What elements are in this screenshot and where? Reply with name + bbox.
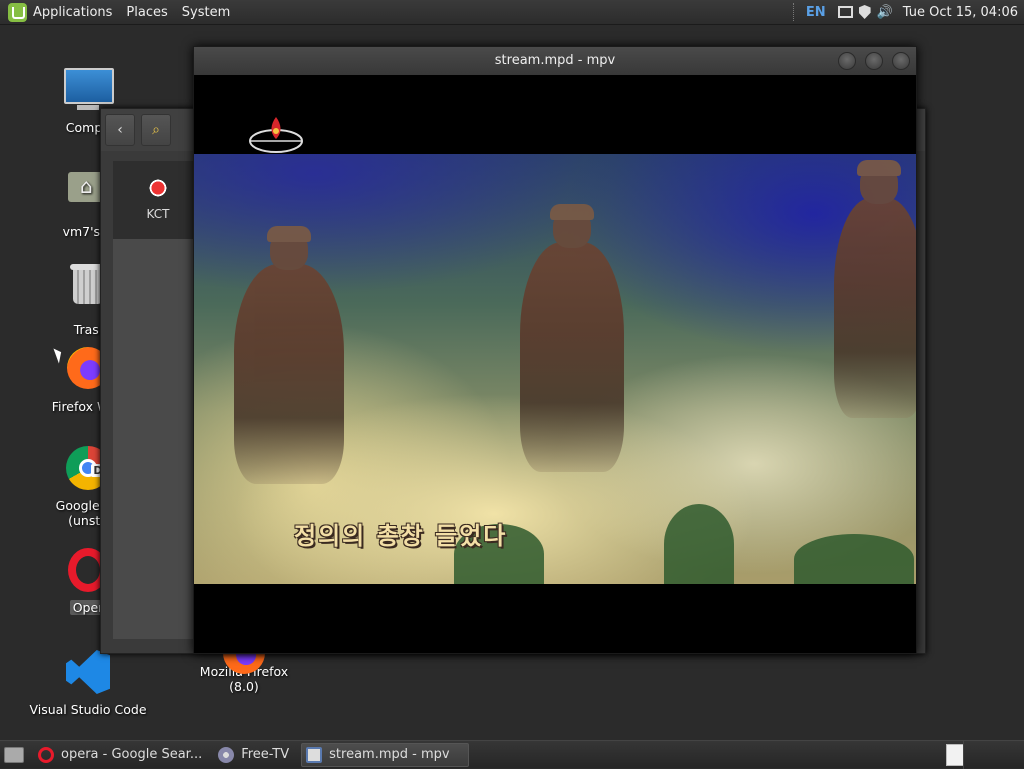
taskbar-item-freetv[interactable]: Free-TV xyxy=(214,743,297,767)
taskbar-item-opera[interactable]: opera - Google Sear... xyxy=(34,743,210,767)
minimize-button[interactable] xyxy=(838,52,856,70)
video-bush xyxy=(794,534,914,584)
search-button[interactable]: ⌕ xyxy=(141,114,171,146)
window-controls xyxy=(829,52,910,70)
video-area[interactable]: 정의의 총창 들었다 xyxy=(194,75,916,653)
mpv-icon xyxy=(306,746,323,763)
top-panel: Applications Places System EN 🔊 Tue Oct … xyxy=(0,0,1024,25)
channel-item[interactable]: KCT xyxy=(113,161,203,239)
workspace-switcher-empty[interactable] xyxy=(963,741,1024,769)
window-titlebar[interactable]: stream.mpd - mpv xyxy=(194,47,916,75)
volume-icon[interactable]: 🔊 xyxy=(877,5,893,20)
vscode-icon xyxy=(64,650,112,698)
video-figure-left xyxy=(234,226,344,484)
video-subtitle: 정의의 총창 들었다 xyxy=(294,522,508,550)
clock[interactable]: Tue Oct 15, 04:06 xyxy=(903,5,1018,20)
opera-icon xyxy=(38,746,54,763)
maximize-button[interactable] xyxy=(865,52,883,70)
bottom-taskbar: opera - Google Sear... Free-TV stream.mp… xyxy=(0,740,1024,769)
desktop-icon-firefox-old[interactable]: Mozilla Firefox (8.0) xyxy=(184,632,304,694)
mpv-window[interactable]: stream.mpd - mpv 정의의 총창 들었다 xyxy=(193,46,917,654)
taskbar-item-label: stream.mpd - mpv xyxy=(329,747,450,762)
desktop-icon-label: Trasl xyxy=(73,322,103,337)
keyboard-layout-indicator[interactable]: EN xyxy=(806,5,826,20)
taskbar-item-label: Free-TV xyxy=(241,747,290,762)
menu-applications[interactable]: Applications xyxy=(33,5,112,20)
taskbar-item-mpv[interactable]: stream.mpd - mpv xyxy=(301,742,470,767)
workspace-switcher[interactable] xyxy=(946,743,964,766)
menu-places[interactable]: Places xyxy=(126,5,167,20)
video-figure-right xyxy=(834,160,916,418)
show-desktop-icon[interactable] xyxy=(4,746,24,763)
shield-icon[interactable] xyxy=(858,5,871,19)
back-button[interactable]: ‹ xyxy=(105,114,135,146)
channel-item-label: KCT xyxy=(146,207,170,221)
desktop-icon-label: Visual Studio Code xyxy=(29,702,147,717)
video-frame: 정의의 총창 들었다 xyxy=(194,154,916,584)
tray-separator xyxy=(792,3,796,21)
video-figure-center xyxy=(520,204,624,472)
video-bush xyxy=(664,504,734,584)
system-tray: EN 🔊 Tue Oct 15, 04:06 xyxy=(792,0,1024,24)
station-logo-icon xyxy=(249,117,303,153)
desktop-icon-vscode[interactable]: Visual Studio Code xyxy=(28,648,148,717)
network-icon[interactable] xyxy=(837,6,853,18)
window-title: stream.mpd - mpv xyxy=(494,53,616,68)
channel-logo-icon xyxy=(145,175,171,201)
mint-menu-icon[interactable] xyxy=(8,2,27,22)
taskbar-item-label: opera - Google Sear... xyxy=(61,747,203,762)
menu-system[interactable]: System xyxy=(182,5,230,20)
freetv-icon xyxy=(218,746,235,763)
close-button[interactable] xyxy=(892,52,910,70)
